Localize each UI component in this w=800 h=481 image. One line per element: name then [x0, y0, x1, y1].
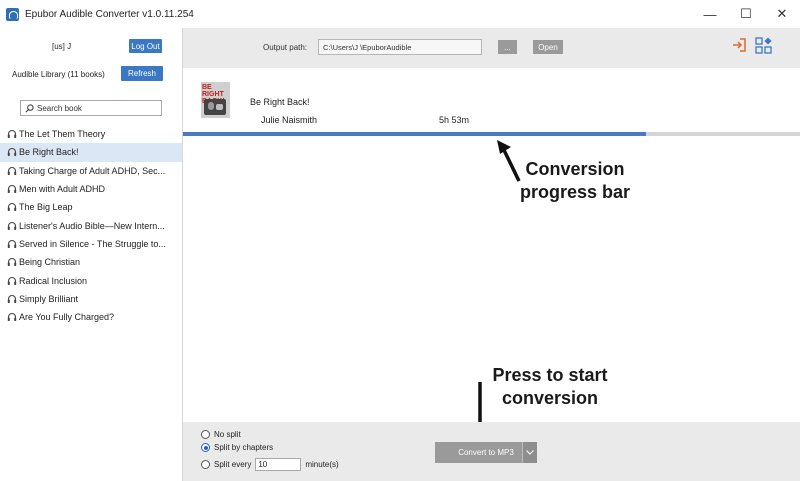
- user-label: [us] J: [52, 42, 72, 51]
- title-bar: Epubor Audible Converter v1.0.11.254 — ☐…: [0, 0, 800, 28]
- headphones-icon: [7, 166, 17, 175]
- split-every-label: Split every: [214, 460, 252, 469]
- cover-art: [204, 99, 226, 115]
- format-dropdown-button[interactable]: [522, 442, 537, 463]
- book-list-item[interactable]: Taking Charge of Adult ADHD, Sec...: [0, 162, 182, 180]
- app-logo-icon: [6, 7, 19, 21]
- book-list-title: Men with Adult ADHD: [19, 184, 106, 195]
- option-split-chapters[interactable]: Split by chapters: [201, 443, 273, 452]
- headphones-icon: [7, 203, 17, 212]
- split-chapters-label: Split by chapters: [214, 443, 274, 452]
- search-icon: [25, 103, 34, 112]
- book-list-title: Simply Brilliant: [19, 293, 79, 304]
- headphones-icon: [7, 239, 17, 248]
- refresh-button[interactable]: Refresh: [121, 66, 163, 81]
- maximize-button[interactable]: ☐: [728, 0, 764, 28]
- book-list-item[interactable]: Radical Inclusion: [0, 271, 182, 289]
- progress-bar: [183, 132, 800, 136]
- book-list-item[interactable]: Listener's Audio Bible—New Intern...: [0, 216, 182, 234]
- book-list-item[interactable]: Be Right Back!: [0, 143, 182, 162]
- headphones-icon: [7, 294, 17, 303]
- conversion-item[interactable]: BE RIGHT BACK! Be Right Back! Julie Nais…: [183, 68, 800, 136]
- window-controls: — ☐ ✕: [692, 0, 800, 28]
- book-list-title: Listener's Audio Bible—New Intern...: [19, 220, 165, 231]
- progress-bar-fill: [183, 132, 646, 136]
- book-list-item[interactable]: Being Christian: [0, 253, 182, 271]
- book-list-title: The Let Them Theory: [19, 129, 106, 140]
- headphones-icon: [7, 130, 17, 139]
- option-split-every[interactable]: Split every minute(s): [201, 458, 339, 471]
- search-box[interactable]: [20, 100, 162, 116]
- book-list-item[interactable]: The Big Leap: [0, 198, 182, 216]
- book-author: Julie Naismith: [261, 115, 318, 125]
- minimize-button[interactable]: —: [692, 0, 728, 28]
- open-folder-button[interactable]: Open: [533, 40, 563, 54]
- book-list-item[interactable]: The Let Them Theory: [0, 125, 182, 143]
- library-label: Audible Library (11 books): [12, 70, 105, 79]
- book-list-title: Be Right Back!: [19, 147, 79, 158]
- sidebar: [us] J Log Out Audible Library (11 books…: [0, 28, 183, 481]
- annotation-progress: Conversion progress bar: [519, 159, 631, 202]
- output-path-field[interactable]: C:\Users\J \EpuborAudible: [318, 39, 482, 55]
- book-list: The Let Them Theory Be Right Back! Taking …: [0, 125, 182, 326]
- headphones-icon: [7, 313, 17, 322]
- annotation-convert: Press to start conversion: [492, 365, 608, 408]
- logout-button[interactable]: Log Out: [129, 39, 162, 53]
- split-chapters-radio[interactable]: [201, 443, 210, 452]
- options-bar: No split Split by chapters Split every m…: [183, 422, 800, 481]
- book-list-item[interactable]: Simply Brilliant: [0, 290, 182, 308]
- output-path-label: Output path:: [263, 43, 308, 52]
- book-list-title: Taking Charge of Adult ADHD, Sec...: [19, 165, 166, 176]
- split-minutes-input[interactable]: [255, 458, 302, 471]
- headphones-icon: [7, 221, 17, 230]
- search-input[interactable]: [37, 103, 147, 113]
- window-title: Epubor Audible Converter v1.0.11.254: [25, 8, 194, 20]
- apps-grid-icon[interactable]: [755, 37, 772, 54]
- headphones-icon: [7, 184, 17, 194]
- no-split-radio[interactable]: [201, 430, 210, 439]
- book-list-item[interactable]: Men with Adult ADHD: [0, 180, 182, 198]
- book-title: Be Right Back!: [250, 97, 310, 107]
- headphones-icon: [7, 276, 17, 285]
- book-list-title: Served in Silence - The Struggle to...: [19, 238, 166, 249]
- option-no-split[interactable]: No split: [201, 430, 241, 439]
- split-every-radio[interactable]: [201, 460, 210, 469]
- chevron-down-icon: [526, 450, 534, 455]
- login-icon[interactable]: [731, 37, 747, 53]
- book-list-title: Being Christian: [19, 257, 81, 268]
- book-list-title: The Big Leap: [19, 202, 73, 213]
- output-toolbar: Output path: C:\Users\J \EpuborAudible .…: [183, 28, 800, 68]
- headphones-icon: [7, 258, 17, 267]
- book-duration: 5h 53m: [439, 115, 470, 125]
- book-list-title: Are You Fully Charged?: [19, 312, 115, 323]
- book-list-item[interactable]: Are You Fully Charged?: [0, 308, 182, 326]
- book-list-item[interactable]: Served in Silence - The Struggle to...: [0, 235, 182, 253]
- book-cover: BE RIGHT BACK!: [201, 82, 230, 118]
- no-split-label: No split: [214, 430, 241, 439]
- headphones-icon: [7, 148, 17, 157]
- minute-label: minute(s): [305, 460, 339, 469]
- book-list-title: Radical Inclusion: [19, 275, 88, 286]
- close-button[interactable]: ✕: [764, 0, 800, 28]
- browse-button[interactable]: ...: [498, 40, 517, 54]
